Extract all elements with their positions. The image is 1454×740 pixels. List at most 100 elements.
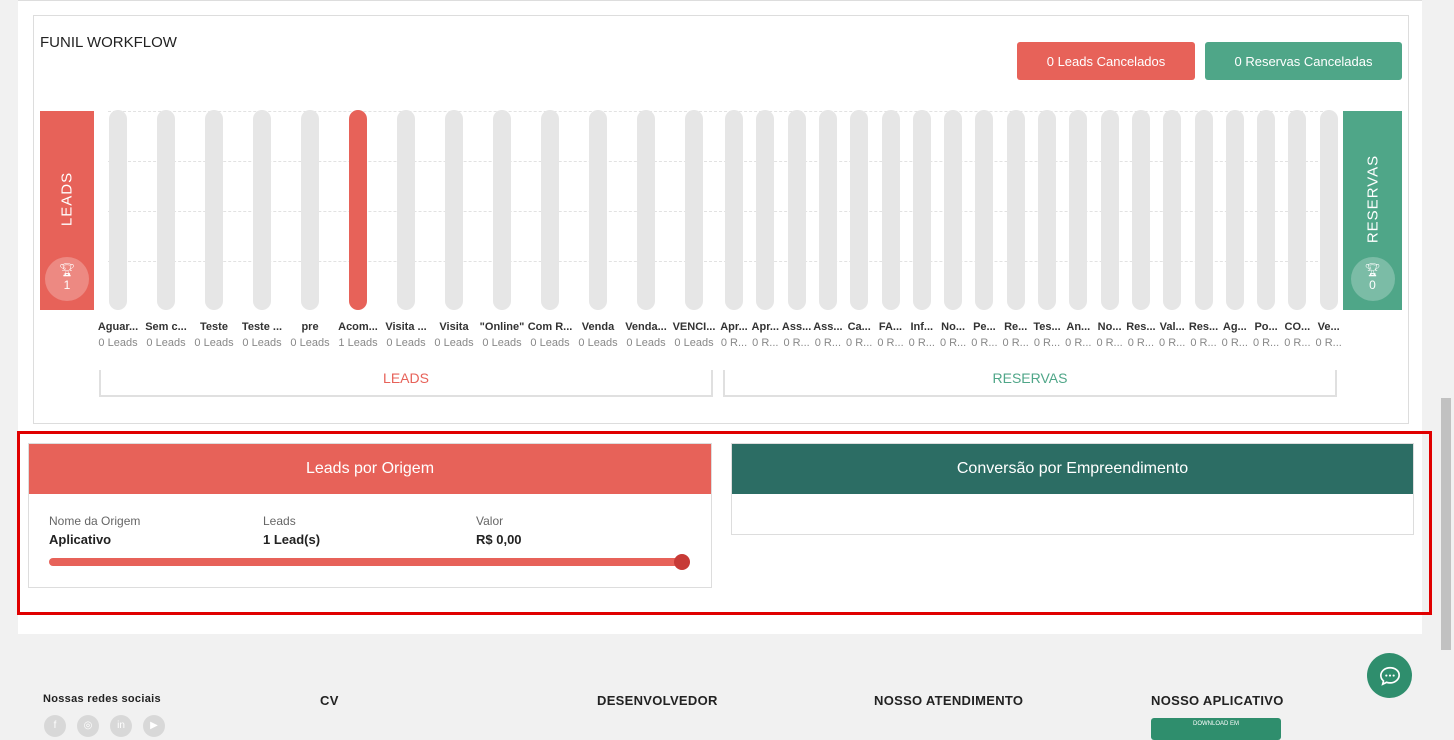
trophy-icon: 🏆︎ <box>58 262 76 277</box>
funnel-stage-count: 0 R... <box>1284 337 1311 349</box>
funnel-stage-name: Visita <box>439 321 469 333</box>
funnel-stage-count: 0 R... <box>814 337 842 349</box>
leads-cancelados-button[interactable]: 0 Leads Cancelados <box>1017 42 1195 80</box>
funnel-stage-bar[interactable] <box>944 110 963 310</box>
funnel-stage-count: 1 Leads <box>338 337 378 349</box>
funnel-stage-count: 0 Leads <box>386 337 426 349</box>
funnel-stage-bar[interactable] <box>1131 110 1150 310</box>
funnel-stage-bar[interactable] <box>253 110 271 310</box>
reservas-column[interactable]: RESERVAS 🏆︎ 0 <box>1343 111 1402 310</box>
funnel-stage-name: Visita ... <box>385 321 427 333</box>
funnel-stage-count: 0 Leads <box>146 337 186 349</box>
funnel-stage-count: 0 R... <box>1002 337 1029 349</box>
instagram-icon[interactable]: ◎ <box>77 715 99 737</box>
funnel-stage-bar[interactable] <box>157 110 175 310</box>
funnel-stage-bar[interactable] <box>445 110 463 310</box>
funnel-stage-count: 0 R... <box>1033 337 1061 349</box>
funnel-stage-bar[interactable] <box>205 110 223 310</box>
reservas-bracket-label: RESERVAS <box>992 370 1068 386</box>
reservas-canceladas-button[interactable]: 0 Reservas Canceladas <box>1205 42 1402 80</box>
chat-button[interactable] <box>1367 653 1412 698</box>
funnel-stage-name: Ca... <box>847 321 871 333</box>
youtube-icon[interactable]: ▶ <box>143 715 165 737</box>
funnel-stage-name: Aguar... <box>97 321 139 333</box>
funnel-stage-name: Venda... <box>625 321 667 333</box>
reservas-vertical-label: RESERVAS <box>1364 154 1381 244</box>
funnel-stage-count: 0 R... <box>939 337 967 349</box>
funnel-stage-bar[interactable] <box>1038 110 1056 310</box>
trophy-icon: 🏆︎ <box>1364 262 1381 277</box>
funnel-stage-count: 0 Leads <box>98 337 138 349</box>
funnel-stage-count: 0 Leads <box>194 337 234 349</box>
scrollbar-thumb[interactable] <box>1441 398 1451 650</box>
funnel-stage-bar[interactable] <box>589 110 607 310</box>
funnel-stage-count: 0 R... <box>1190 337 1217 349</box>
funnel-stage-count: 0 Leads <box>578 337 618 349</box>
funnel-stage-bar[interactable] <box>1194 110 1213 310</box>
funnel-stage-count: 0 Leads <box>290 337 330 349</box>
highlight-box <box>17 431 1432 615</box>
funnel-stage-bar[interactable] <box>1100 110 1119 310</box>
facebook-icon[interactable]: f <box>44 715 66 737</box>
funnel-stage-bar[interactable] <box>349 110 367 310</box>
funnel-stage-count: 0 R... <box>720 337 748 349</box>
funnel-stage-name: Teste <box>200 321 228 333</box>
funnel-stage-name: Ass... <box>813 321 843 333</box>
funnel-stage-bar[interactable] <box>301 110 319 310</box>
funnel-stage-bar[interactable] <box>493 110 511 310</box>
footer-desenvolvedor[interactable]: DESENVOLVEDOR <box>597 693 718 708</box>
funnel-stage-bar[interactable] <box>1069 110 1088 310</box>
leads-column[interactable]: LEADS 🏆︎ 1 <box>40 111 94 310</box>
funnel-stage-bar[interactable] <box>818 110 837 310</box>
footer-aplicativo[interactable]: NOSSO APLICATIVO <box>1151 693 1284 708</box>
funnel-stage-bar[interactable] <box>756 110 775 310</box>
funnel-stage-name: Acom... <box>338 321 378 333</box>
funnel-stage-count: 0 R... <box>1315 337 1342 349</box>
footer-cv[interactable]: CV <box>320 693 339 708</box>
funnel-stage-name: VENCI... <box>672 321 716 333</box>
funnel-stage-count: 0 R... <box>971 337 998 349</box>
funnel-stage-name: Val... <box>1159 321 1185 333</box>
funnel-stage-bar[interactable] <box>685 110 703 310</box>
funnel-stage-bar[interactable] <box>1257 110 1276 310</box>
funnel-stage-bar[interactable] <box>787 110 806 310</box>
funnel-stage-name: Ag... <box>1222 321 1247 333</box>
funnel-stage-bar[interactable] <box>725 110 743 310</box>
funnel-stage-name: No... <box>941 321 966 333</box>
chat-bubble-icon <box>1379 666 1400 686</box>
funnel-title: FUNIL WORKFLOW <box>40 34 177 51</box>
linkedin-icon[interactable]: in <box>110 715 132 737</box>
funnel-stage-name: Sem c... <box>145 321 187 333</box>
funnel-stage-count: 0 R... <box>752 337 779 349</box>
leads-vertical-label: LEADS <box>58 171 76 227</box>
app-download-button[interactable]: DOWNLOAD EM <box>1151 718 1281 740</box>
funnel-stage-bar[interactable] <box>541 110 559 310</box>
funnel-stage-bar[interactable] <box>850 110 869 310</box>
funnel-stage-count: 0 Leads <box>530 337 570 349</box>
funnel-stage-bar[interactable] <box>1163 110 1182 310</box>
funnel-stage-bar[interactable] <box>397 110 415 310</box>
funnel-stage-bar[interactable] <box>912 110 931 310</box>
funnel-stage-name: An... <box>1066 321 1091 333</box>
funnel-stage-name: Ve... <box>1317 321 1340 333</box>
funnel-stage-count: 0 Leads <box>434 337 474 349</box>
funnel-stage-name: Apr... <box>751 321 780 333</box>
footer-atendimento[interactable]: NOSSO ATENDIMENTO <box>874 693 1023 708</box>
funnel-stage-bar[interactable] <box>1006 110 1025 310</box>
funnel-stage-bar[interactable] <box>881 110 900 310</box>
funnel-stage-name: FA... <box>878 321 903 333</box>
funnel-stage-name: Tes... <box>1033 321 1061 333</box>
funnel-stage-count: 0 R... <box>1096 337 1123 349</box>
reservas-total-count: 0 <box>1369 278 1376 292</box>
funnel-stage-name: Po... <box>1254 321 1278 333</box>
funnel-stage-bar[interactable] <box>1288 110 1307 310</box>
leads-bracket-label: LEADS <box>383 370 429 386</box>
funnel-stage-name: Apr... <box>720 321 748 333</box>
funnel-stage-count: 0 Leads <box>674 337 714 349</box>
funnel-stage-bar[interactable] <box>975 110 994 310</box>
funnel-stage-bar[interactable] <box>1319 110 1338 310</box>
funnel-stage-bar[interactable] <box>637 110 655 310</box>
funnel-stage-bar[interactable] <box>109 110 127 310</box>
funnel-stage-bar[interactable] <box>1225 110 1244 310</box>
funnel-stage-name: CO... <box>1284 321 1311 333</box>
